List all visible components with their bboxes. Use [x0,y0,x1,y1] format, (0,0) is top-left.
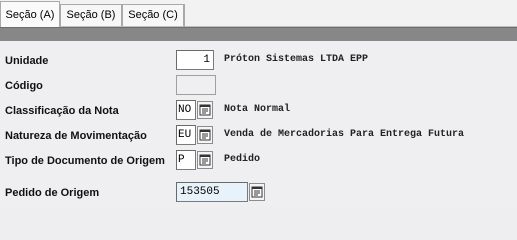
tipo-documento-input[interactable]: P [176,150,196,170]
label-unidade: Unidade [5,55,49,67]
label-classificacao: Classificação da Nota [5,105,119,117]
codigo-input [176,75,216,95]
tab-secao-a[interactable]: Seção (A) [0,1,60,27]
tab-bar: Seção (A) Seção (B) Seção (C) [0,0,517,27]
lookup-list-icon[interactable] [197,151,213,169]
pedido-origem-input[interactable]: 153505 [176,182,248,202]
unidade-input[interactable]: 1 [176,50,214,70]
classificacao-input[interactable]: NO [176,100,196,120]
lookup-list-icon[interactable] [249,183,265,201]
label-codigo: Código [5,80,43,92]
lookup-list-icon[interactable] [197,101,213,119]
classificacao-description: Nota Normal [224,104,291,115]
natureza-description: Venda de Mercadorias Para Entrega Futura [224,129,465,140]
unidade-description: Próton Sistemas LTDA EPP [224,54,369,65]
tab-bar-divider [184,4,185,27]
tab-secao-b[interactable]: Seção (B) [60,4,122,26]
lookup-list-icon[interactable] [197,126,213,144]
section-header-bar [0,27,517,41]
tab-secao-c[interactable]: Seção (C) [122,4,184,26]
natureza-input[interactable]: EU [176,125,196,145]
label-tipo-documento: Tipo de Documento de Origem [5,155,165,167]
label-pedido-origem: Pedido de Origem [5,187,100,199]
tipo-documento-description: Pedido [224,154,261,165]
form-panel: Unidade 1 Próton Sistemas LTDA EPP Códig… [0,41,517,207]
label-natureza: Natureza de Movimentação [5,130,147,142]
